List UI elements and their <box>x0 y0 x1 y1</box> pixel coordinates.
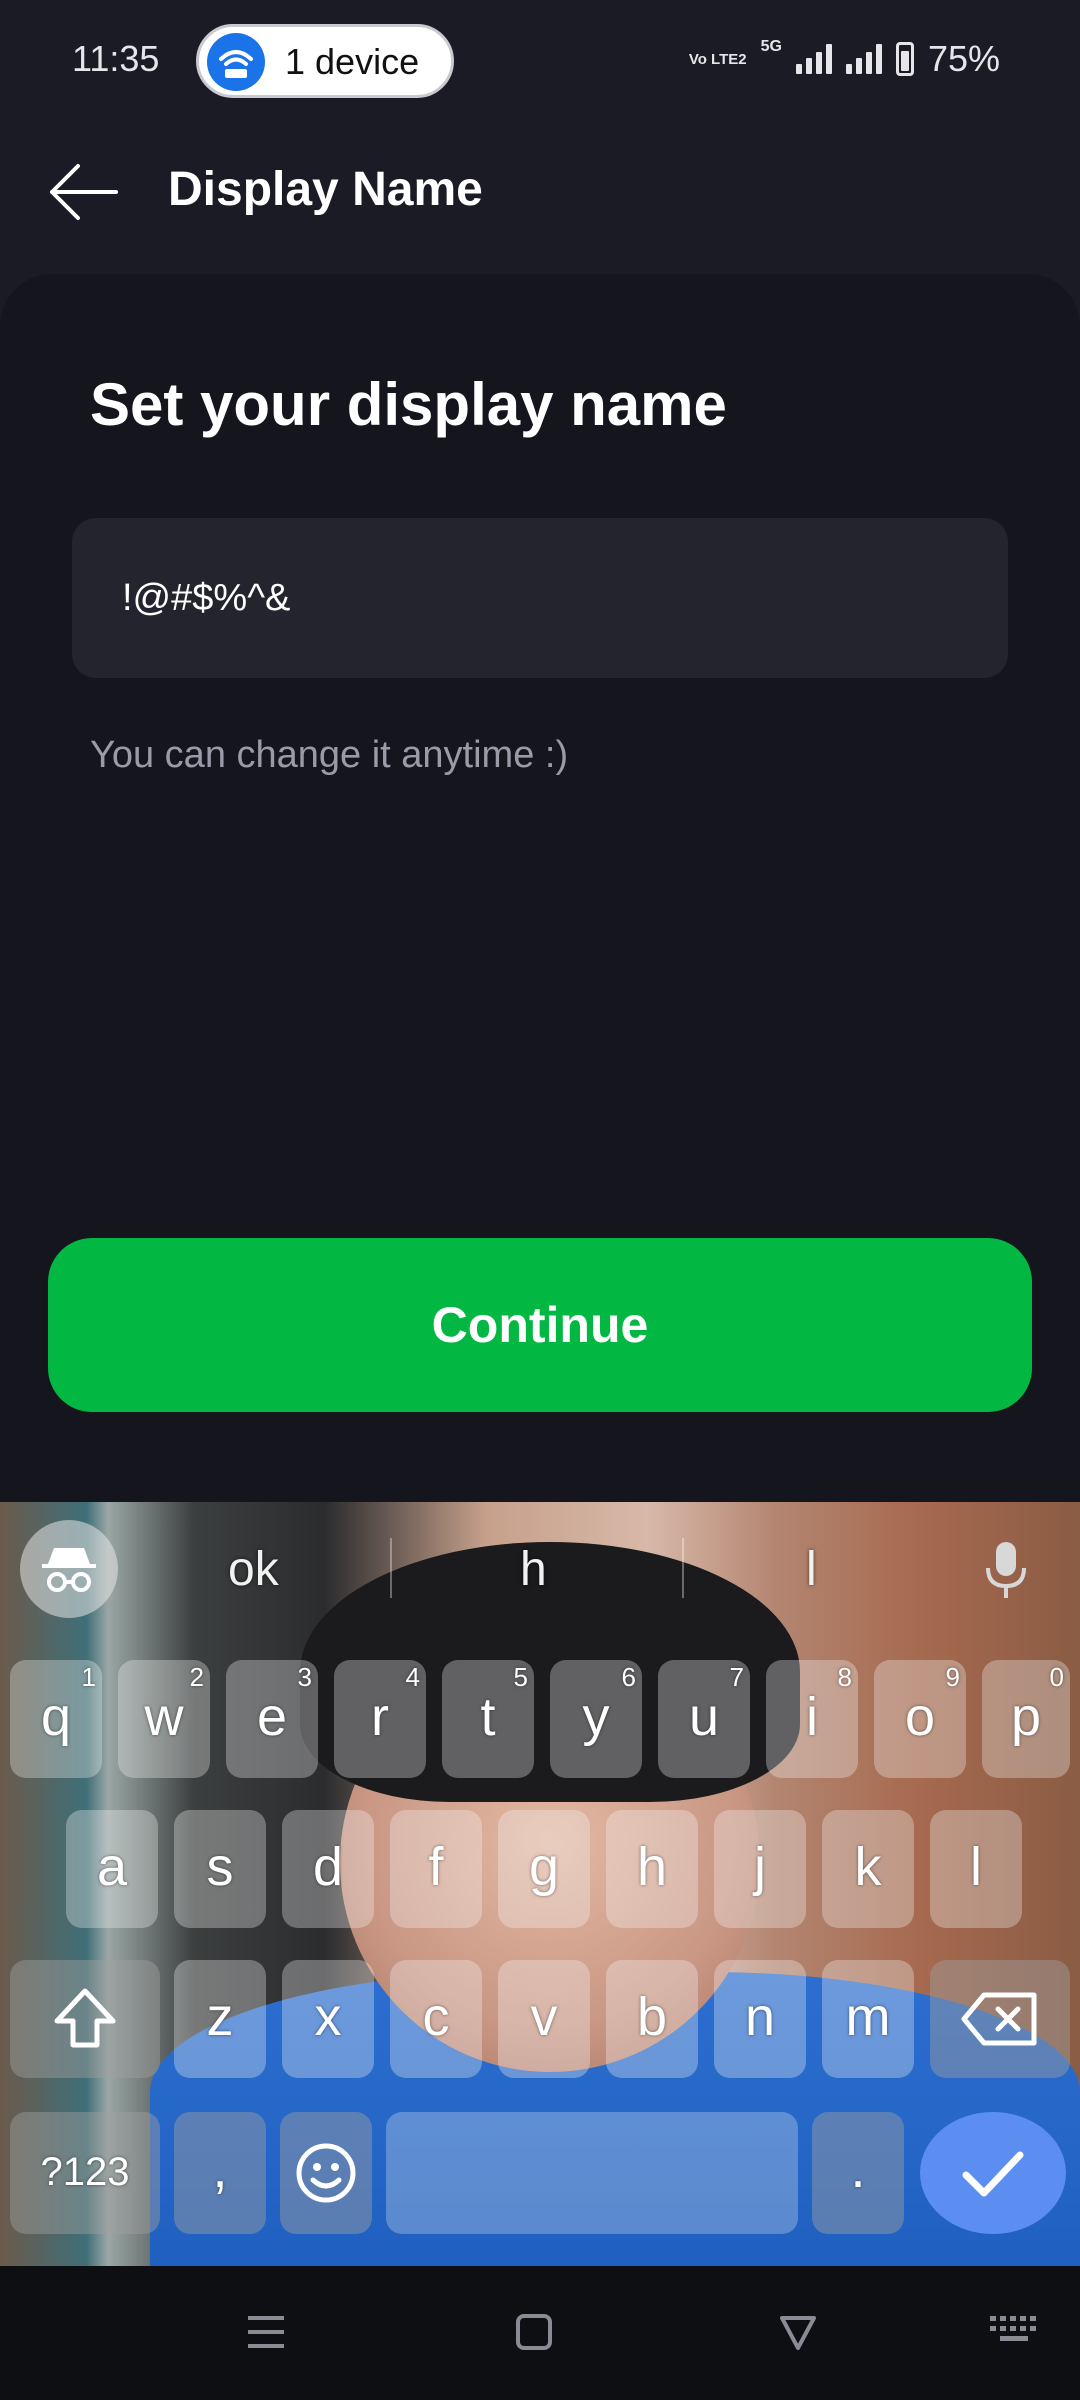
suggestion-strip: ok h l <box>0 1502 1080 1632</box>
continue-button[interactable]: Continue <box>48 1238 1032 1412</box>
incognito-icon[interactable] <box>20 1520 118 1618</box>
key-q[interactable]: q1 <box>10 1660 102 1778</box>
symbols-key[interactable]: ?123 <box>10 2112 160 2234</box>
signal-icon-sim2 <box>845 44 882 74</box>
network-type: 5G <box>760 38 782 55</box>
key-f[interactable]: f <box>390 1810 482 1928</box>
emoji-key[interactable] <box>280 2112 372 2234</box>
key-t[interactable]: t5 <box>442 1660 534 1778</box>
key-r[interactable]: r4 <box>334 1660 426 1778</box>
navigation-bar <box>0 2266 1080 2400</box>
space-key[interactable] <box>386 2112 798 2234</box>
suggestion-divider <box>682 1538 684 1598</box>
suggestion-1[interactable]: ok <box>228 1542 279 1597</box>
battery-percent: 75% <box>927 38 1000 79</box>
key-x[interactable]: x <box>282 1960 374 2078</box>
menu-nav-icon[interactable] <box>242 2310 290 2354</box>
suggestion-divider <box>390 1538 392 1598</box>
keyboard-switch-icon[interactable] <box>988 2312 1040 2352</box>
key-b[interactable]: b <box>606 1960 698 2078</box>
key-g[interactable]: g <box>498 1810 590 1928</box>
key-e[interactable]: e3 <box>226 1660 318 1778</box>
key-p[interactable]: p0 <box>982 1660 1070 1778</box>
suggestion-2[interactable]: h <box>520 1542 547 1597</box>
key-m[interactable]: m <box>822 1960 914 2078</box>
back-arrow-icon[interactable] <box>46 160 122 224</box>
status-time: 11:35 <box>72 38 160 79</box>
suggestion-3[interactable]: l <box>806 1542 817 1597</box>
key-d[interactable]: d <box>282 1810 374 1928</box>
key-z[interactable]: z <box>174 1960 266 2078</box>
wifi-hotspot-icon <box>207 33 265 91</box>
key-s[interactable]: s <box>174 1810 266 1928</box>
key-h[interactable]: h <box>606 1810 698 1928</box>
shift-icon <box>54 1988 116 2048</box>
battery-icon <box>895 42 914 76</box>
key-a[interactable]: a <box>66 1810 158 1928</box>
comma-key[interactable]: , <box>174 2112 266 2234</box>
backspace-icon <box>961 1992 1037 2046</box>
soft-keyboard: ok h l q1 w2 e3 r4 t5 y6 u7 i8 o9 p0 a s… <box>0 1502 1080 2266</box>
key-v[interactable]: v <box>498 1960 590 2078</box>
hint-text: You can change it anytime :) <box>90 734 569 776</box>
key-u[interactable]: u7 <box>658 1660 750 1778</box>
backspace-key[interactable] <box>930 1960 1070 2078</box>
period-key[interactable]: . <box>812 2112 904 2234</box>
check-icon <box>962 2151 1024 2197</box>
page-title: Display Name <box>168 163 483 216</box>
key-n[interactable]: n <box>714 1960 806 2078</box>
signal-icon <box>795 44 832 74</box>
key-l[interactable]: l <box>930 1810 1022 1928</box>
status-bar: 11:35 1 device Vo LTE2 5G 75% <box>0 0 1080 120</box>
display-name-input[interactable] <box>120 575 960 621</box>
emoji-icon <box>296 2143 356 2203</box>
back-nav-icon[interactable] <box>776 2310 820 2354</box>
key-y[interactable]: y6 <box>550 1660 642 1778</box>
key-j[interactable]: j <box>714 1810 806 1928</box>
key-w[interactable]: w2 <box>118 1660 210 1778</box>
shift-key[interactable] <box>10 1960 160 2078</box>
section-heading: Set your display name <box>90 371 727 438</box>
system-indicators: Vo LTE2 5G 75% <box>689 38 1000 80</box>
key-k[interactable]: k <box>822 1810 914 1928</box>
device-pill-label: 1 device <box>285 41 420 82</box>
key-i[interactable]: i8 <box>766 1660 858 1778</box>
volte-badge: Vo LTE2 <box>688 50 747 68</box>
microphone-icon[interactable] <box>984 1540 1028 1600</box>
device-pill[interactable]: 1 device <box>196 24 454 98</box>
key-o[interactable]: o9 <box>874 1660 966 1778</box>
home-nav-icon[interactable] <box>512 2310 556 2354</box>
key-c[interactable]: c <box>390 1960 482 2078</box>
enter-key[interactable] <box>920 2112 1066 2234</box>
display-name-field[interactable] <box>72 518 1008 678</box>
